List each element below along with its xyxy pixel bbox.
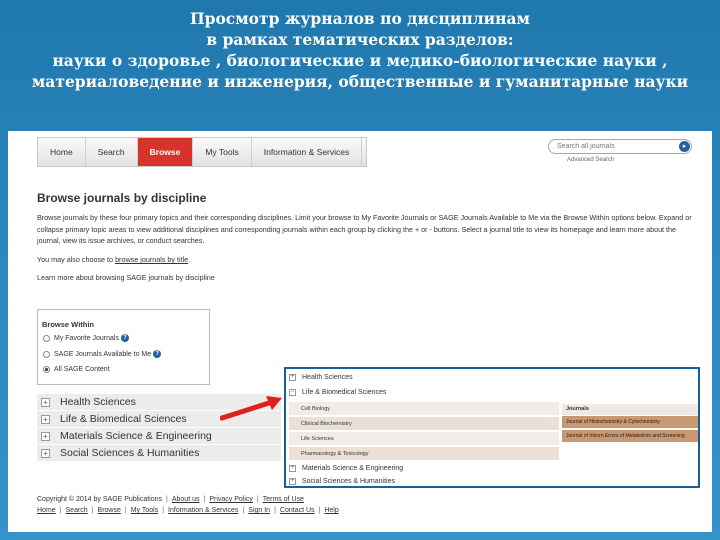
radio-icon[interactable] — [43, 350, 50, 358]
zoom-topic-row[interactable]: − Life & Biomedical Sciences — [289, 386, 386, 399]
nav-browse[interactable]: Browse — [137, 138, 194, 166]
website-screenshot: Home Search Browse My Tools Information … — [8, 131, 712, 532]
browse-within-option[interactable]: My Favorite Journals ? — [43, 334, 129, 342]
search-box: ▸ — [548, 139, 692, 154]
footer-privacy-link[interactable]: Privacy Policy — [209, 496, 253, 503]
help-icon[interactable]: ? — [120, 334, 129, 342]
red-arrow-icon — [220, 396, 282, 421]
expand-plus-icon[interactable]: + — [41, 431, 50, 441]
radio-icon[interactable] — [43, 334, 50, 342]
main-nav: Home Search Browse My Tools Information … — [37, 137, 367, 167]
zoom-topic-label: Life & Biomedical Sciences — [302, 389, 387, 396]
zoom-topic-row[interactable]: + Materials Science & Engineering — [289, 462, 403, 475]
journal-link[interactable]: Journal of Histochemistry & Cytochemistr… — [562, 416, 698, 428]
collapse-minus-icon[interactable]: − — [289, 389, 296, 396]
zoom-discipline-row[interactable]: Clinical Biochemistry — [289, 417, 559, 430]
footer-about-link[interactable]: About us — [172, 496, 200, 503]
advanced-search-link[interactable]: Advanced Search — [567, 157, 614, 163]
expand-plus-icon[interactable]: + — [41, 414, 50, 424]
nav-my-tools[interactable]: My Tools — [193, 138, 252, 166]
discipline-label: Social Sciences & Humanities — [60, 447, 200, 459]
footer-sign-in-link[interactable]: Sign In — [248, 507, 270, 514]
option-label: SAGE Journals Available to Me — [54, 350, 152, 358]
search-go-icon[interactable]: ▸ — [679, 141, 690, 152]
discipline-label: Life & Biomedical Sciences — [60, 413, 187, 425]
zoom-topic-row[interactable]: + Health Sciences — [289, 371, 353, 384]
browse-within-option[interactable]: SAGE Journals Available to Me ? — [43, 350, 162, 358]
learn-more-link[interactable]: Learn more about browsing SAGE journals … — [37, 273, 215, 282]
expand-plus-icon[interactable]: + — [41, 448, 50, 458]
zoomed-detail-panel: + Health Sciences − Life & Biomedical Scie… — [284, 367, 700, 488]
discipline-label: Health Sciences — [60, 396, 136, 408]
zoom-discipline-row[interactable]: Cell Biology — [289, 402, 559, 415]
browse-within-option[interactable]: All SAGE Content — [43, 366, 110, 373]
footer-home-link[interactable]: Home — [37, 507, 56, 514]
option-label: All SAGE Content — [54, 366, 110, 373]
zoom-discipline-row[interactable]: Pharmacology & Toxicology — [289, 447, 559, 460]
zoom-discipline-row[interactable]: Life Sciences — [289, 432, 559, 445]
footer-browse-link[interactable]: Browse — [98, 507, 121, 514]
browse-by-title-line: You may also choose to browse journals b… — [37, 255, 190, 264]
browse-by-title-link[interactable]: browse journals by title — [115, 255, 188, 264]
footer-search-link[interactable]: Search — [66, 507, 88, 514]
page-description: Browse journals by these four primary to… — [37, 213, 692, 245]
expand-plus-icon[interactable]: + — [289, 465, 296, 472]
slide-title: Просмотр журналов по дисциплинам в рамка… — [0, 8, 720, 92]
copyright-text: Copyright © 2014 by SAGE Publications — [37, 496, 163, 503]
slide-title-line: науки о здоровье , биологические и медик… — [52, 51, 668, 70]
help-icon[interactable]: ? — [153, 350, 162, 358]
also-suffix: . — [188, 255, 191, 264]
zoom-topic-label: Health Sciences — [302, 374, 353, 381]
footer-contact-link[interactable]: Contact Us — [280, 507, 315, 514]
expand-plus-icon[interactable]: + — [289, 478, 296, 485]
footer-my-tools-link[interactable]: My Tools — [131, 507, 159, 514]
copyright-line: Copyright © 2014 by SAGE Publications | Ab… — [37, 496, 304, 503]
discipline-row[interactable]: + Social Sciences & Humanities — [37, 445, 281, 462]
zoom-topic-label: Social Sciences & Humanities — [302, 478, 395, 485]
discipline-row[interactable]: + Materials Science & Engineering — [37, 428, 281, 445]
expand-plus-icon[interactable]: + — [41, 397, 50, 407]
nav-home[interactable]: Home — [38, 138, 86, 166]
footer-links: Home | Search | Browse | My Tools | Information … — [37, 507, 339, 514]
nav-search[interactable]: Search — [86, 138, 138, 166]
slide-title-line: Просмотр журналов по дисциплинам — [189, 9, 531, 28]
browse-within-panel: Browse Within My Favorite Journals ? SAG… — [37, 309, 210, 385]
option-label: My Favorite Journals — [54, 334, 119, 342]
journals-header: Journals — [562, 404, 698, 415]
radio-selected-icon[interactable] — [43, 366, 50, 373]
zoom-topic-row[interactable]: + Social Sciences & Humanities — [289, 475, 395, 486]
journal-link[interactable]: Journal of Inborn Errors of Metabolism a… — [562, 430, 698, 442]
zoom-topic-label: Materials Science & Engineering — [302, 465, 404, 472]
also-prefix: You may also choose to — [37, 255, 116, 264]
search-input[interactable] — [557, 141, 673, 152]
nav-information-services[interactable]: Information & Services — [252, 138, 363, 166]
discipline-label: Materials Science & Engineering — [60, 430, 212, 442]
footer-info-link[interactable]: Information & Services — [168, 507, 238, 514]
slide-title-line: материаловедение и инженерия, общественн… — [31, 72, 689, 91]
page-title: Browse journals by discipline — [37, 191, 207, 205]
footer-terms-link[interactable]: Terms of Use — [263, 496, 304, 503]
footer-help-link[interactable]: Help — [324, 507, 338, 514]
slide-title-line: в рамках тематических разделов: — [206, 30, 514, 49]
expand-plus-icon[interactable]: + — [289, 374, 296, 381]
browse-within-title: Browse Within — [42, 320, 95, 329]
